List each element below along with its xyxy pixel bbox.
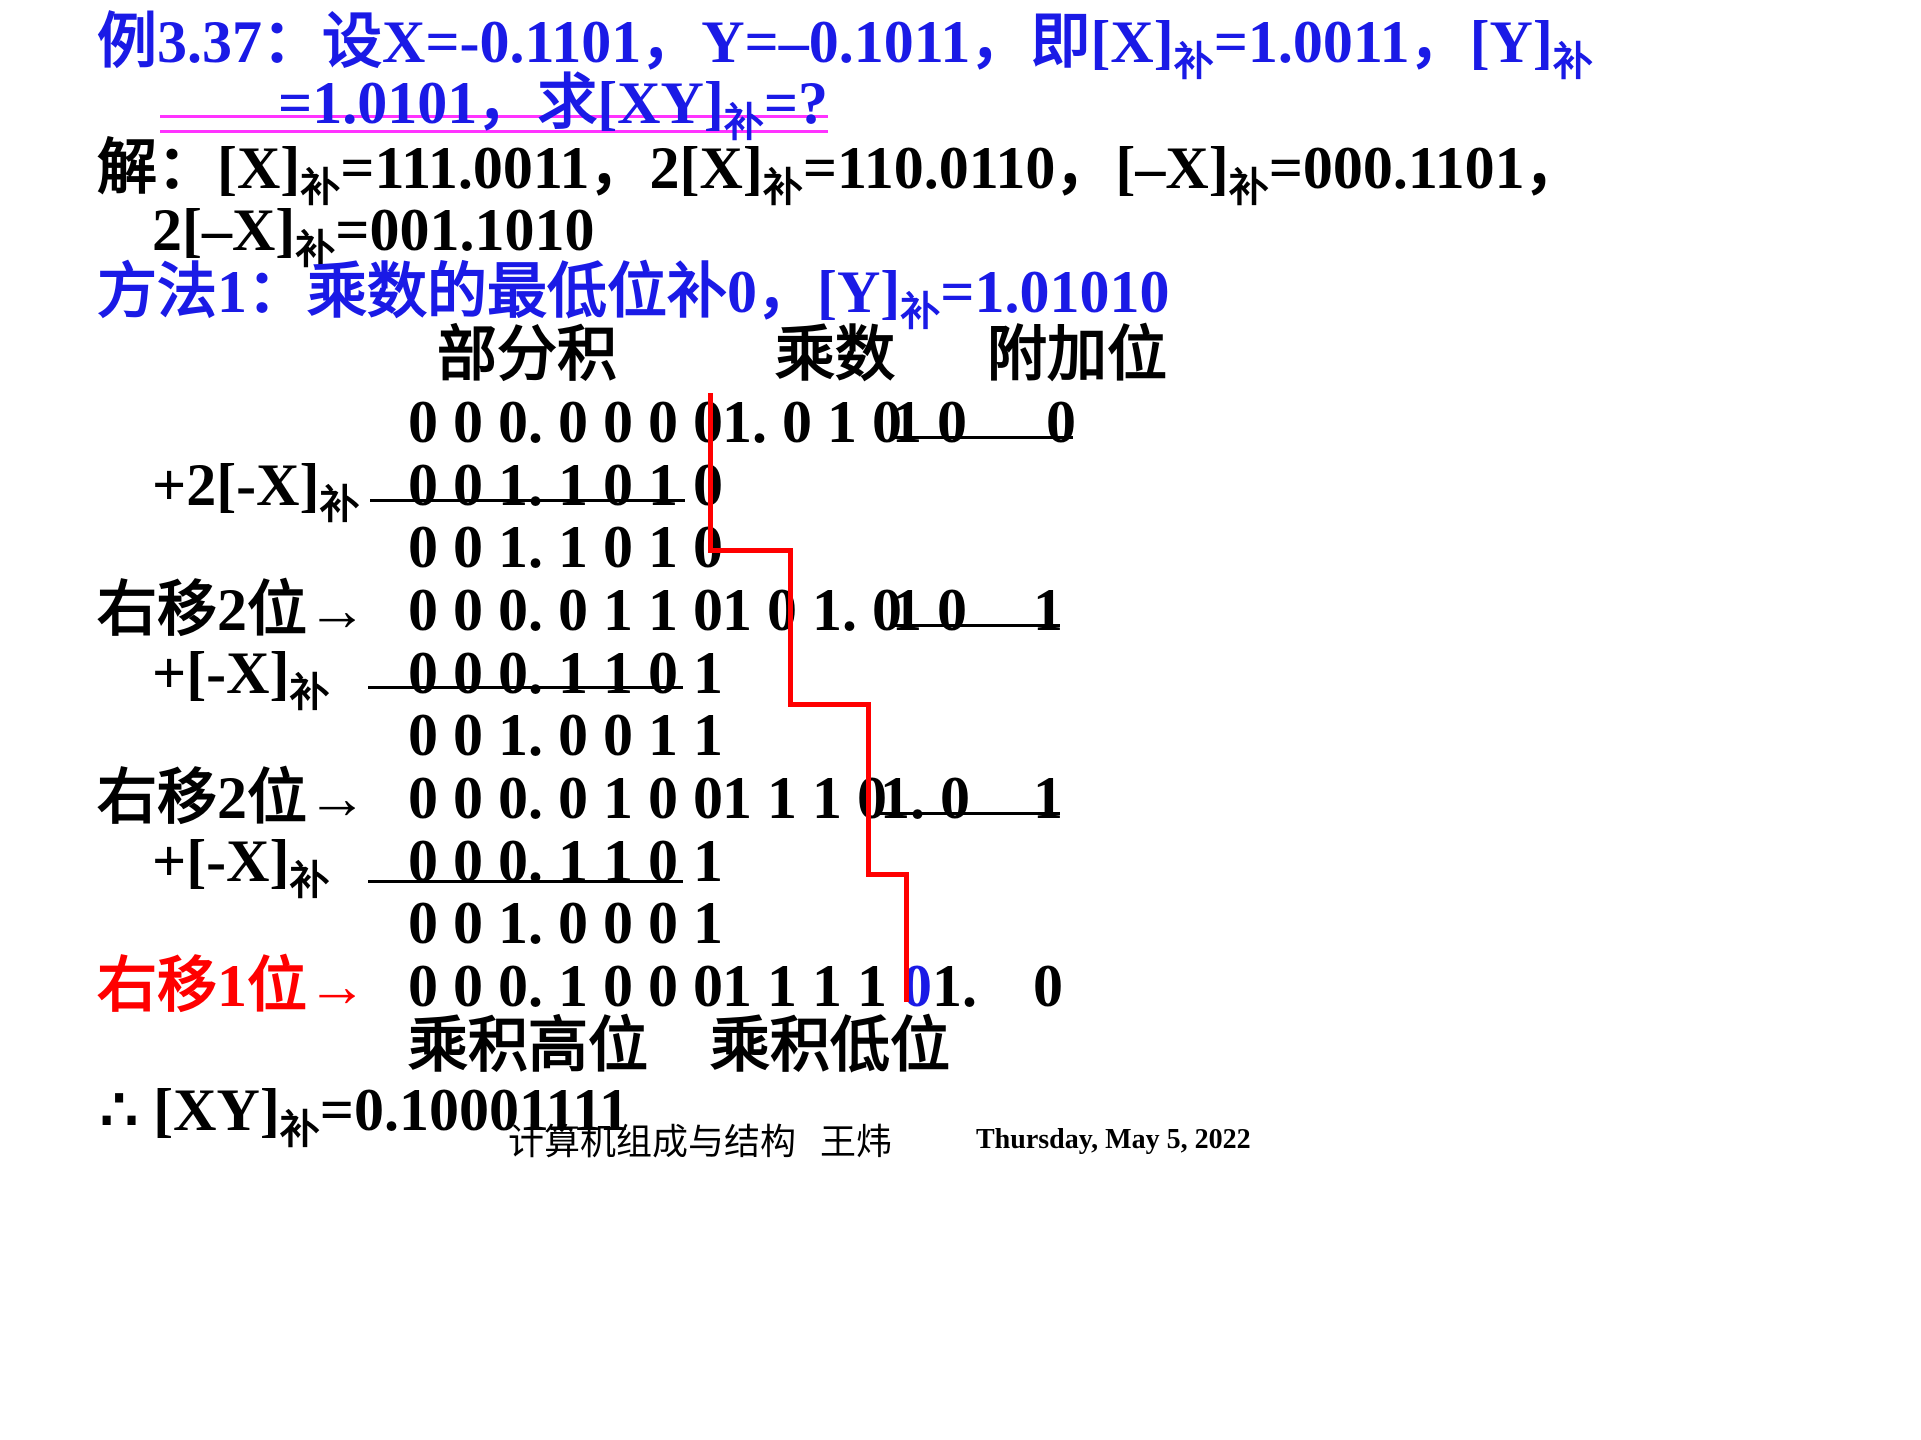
product-low-label: 乘积低位 [710, 1013, 950, 1079]
op-label-plus-neg-x-2: +[-X]补 [152, 828, 330, 903]
addend-2-neg-x: 0 0 1. 1 0 1 0 [408, 452, 723, 518]
underline-low-bits-2 [890, 624, 1060, 627]
partial-product-initial: 0 0 0. 0 0 0 0 [408, 389, 723, 455]
sum-rule-3 [368, 880, 683, 883]
sum-rule-2 [368, 686, 683, 689]
op-label-plus-neg-x-1: +[-X]补 [152, 640, 330, 715]
extra-bit-final: 0 [1033, 953, 1063, 1019]
footer-author: 王炜 [820, 1122, 893, 1162]
multiplier-shift-2: 1 1 1 0 [722, 765, 887, 831]
footer-course-title: 计算机组成与结构 [508, 1122, 797, 1162]
header-extra-bit: 附加位 [987, 322, 1167, 388]
multiplier-shift-1: 1 0 1. 0 [722, 577, 902, 643]
partial-sum-1: 0 0 1. 1 0 1 0 [408, 514, 723, 580]
partial-product-shift-2: 0 0 0. 0 1 0 0 [408, 765, 723, 831]
shift-label-2: 右移2位→ [97, 765, 367, 831]
problem-line-2: =1.0101，求[XY]补=? [278, 70, 829, 145]
op-label-plus-2-neg-x: +2[-X]补 [152, 452, 360, 527]
sum-rule-1 [370, 499, 685, 502]
product-high-label: 乘积高位 [408, 1013, 648, 1079]
underline-low-bits-3 [878, 812, 1060, 815]
partial-sum-2: 0 0 1. 0 0 1 1 [408, 702, 723, 768]
underline-low-bits-1 [890, 436, 1073, 439]
header-multiplier: 乘数 [775, 322, 895, 388]
multiplier-initial: 1. 0 1 0 [722, 389, 902, 455]
solution-line-1: 解：[X]补=111.0011，2[X]补=110.0110，[–X]补=000… [97, 135, 1585, 210]
extra-bit-shift-1: 1 [1033, 577, 1063, 643]
partial-sum-3: 0 0 1. 0 0 0 1 [408, 890, 723, 956]
footer-date: Thursday, May 5, 2022 [976, 1124, 1251, 1155]
partial-product-final: 0 0 0. 1 0 0 0 [408, 953, 723, 1019]
multiplier-low-bits-shift-2: 1. 0 [880, 765, 970, 831]
multiplier-low-bits-shift-1: 1 0 [892, 577, 967, 643]
multiplier-final: 1 1 1 1 01. [722, 953, 977, 1019]
addend-neg-x-1: 0 0 0. 1 1 0 1 [408, 640, 723, 706]
multiplier-low-bits-initial: 1 0 [892, 389, 967, 455]
extra-bit-initial: 0 [1046, 389, 1076, 455]
header-partial-product: 部分积 [437, 322, 617, 388]
extra-bit-shift-2: 1 [1033, 765, 1063, 831]
partial-product-shift-1: 0 0 0. 0 1 1 0 [408, 577, 723, 643]
shift-label-1: 右移2位→ [97, 577, 367, 643]
shift-label-final: 右移1位→ [97, 953, 367, 1019]
